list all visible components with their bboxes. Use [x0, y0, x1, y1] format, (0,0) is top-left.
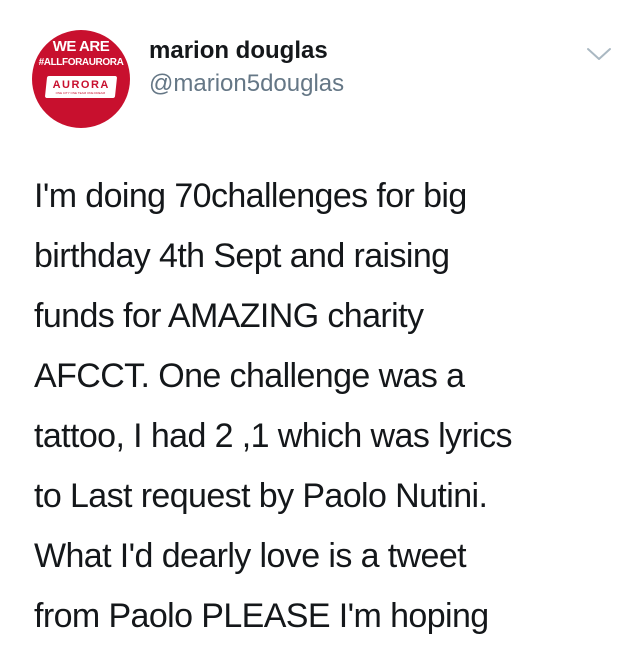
tweet-text-line: I'm doing 70challenges for big — [34, 177, 467, 215]
avatar-text-we-are: WE ARE — [52, 38, 110, 55]
avatar[interactable]: WE ARE #ALLFORAURORA AURORA ONE CITY ONE… — [32, 30, 130, 128]
avatar-brand-badge: AURORA ONE CITY ONE TEAM ONE DREAM — [44, 76, 118, 98]
avatar-tagline: ONE CITY ONE TEAM ONE DREAM — [55, 91, 106, 95]
tweet-text-line: tattoo, I had 2 ,1 which was lyrics — [34, 417, 513, 455]
tweet-header: WE ARE #ALLFORAURORA AURORA ONE CITY ONE… — [0, 0, 640, 130]
chevron-down-icon[interactable] — [586, 45, 612, 63]
user-handle[interactable]: @marion5douglas — [149, 70, 344, 98]
tweet-text-line: funds for AMAZING charity — [34, 297, 424, 335]
tweet-text: I'm doing 70challenges for big birthday … — [34, 166, 624, 646]
tweet-text-line: AFCCT. One challenge was a — [34, 357, 465, 395]
tweet-text-line: birthday 4th Sept and raising — [34, 237, 450, 275]
chevron-down-icon-svg — [587, 48, 611, 60]
display-name[interactable]: marion douglas — [149, 37, 328, 65]
avatar-brand-text: AURORA — [52, 79, 110, 91]
tweet-text-line: to Last request by Paolo Nutini. — [34, 477, 488, 515]
avatar-text-hashtag: #ALLFORAURORA — [38, 57, 124, 68]
tweet-text-line: from Paolo PLEASE I'm hoping — [34, 597, 489, 635]
tweet-text-line: What I'd dearly love is a tweet — [34, 537, 467, 575]
